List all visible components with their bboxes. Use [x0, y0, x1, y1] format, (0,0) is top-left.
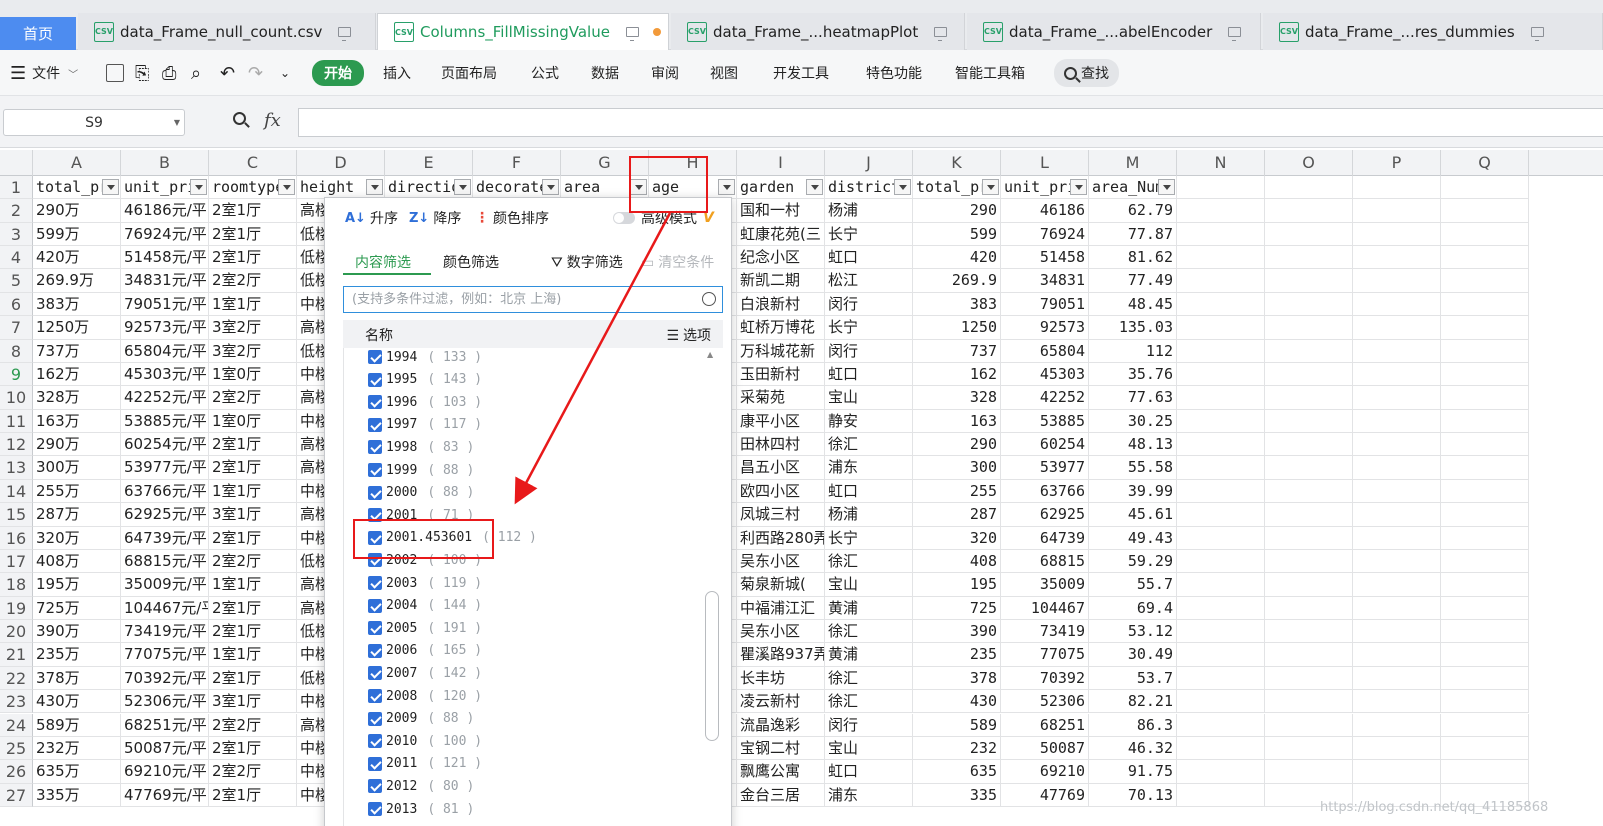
annotation-arrow [514, 212, 672, 505]
watermark: https://blog.csdn.net/qq_41185868 [1320, 800, 1549, 815]
